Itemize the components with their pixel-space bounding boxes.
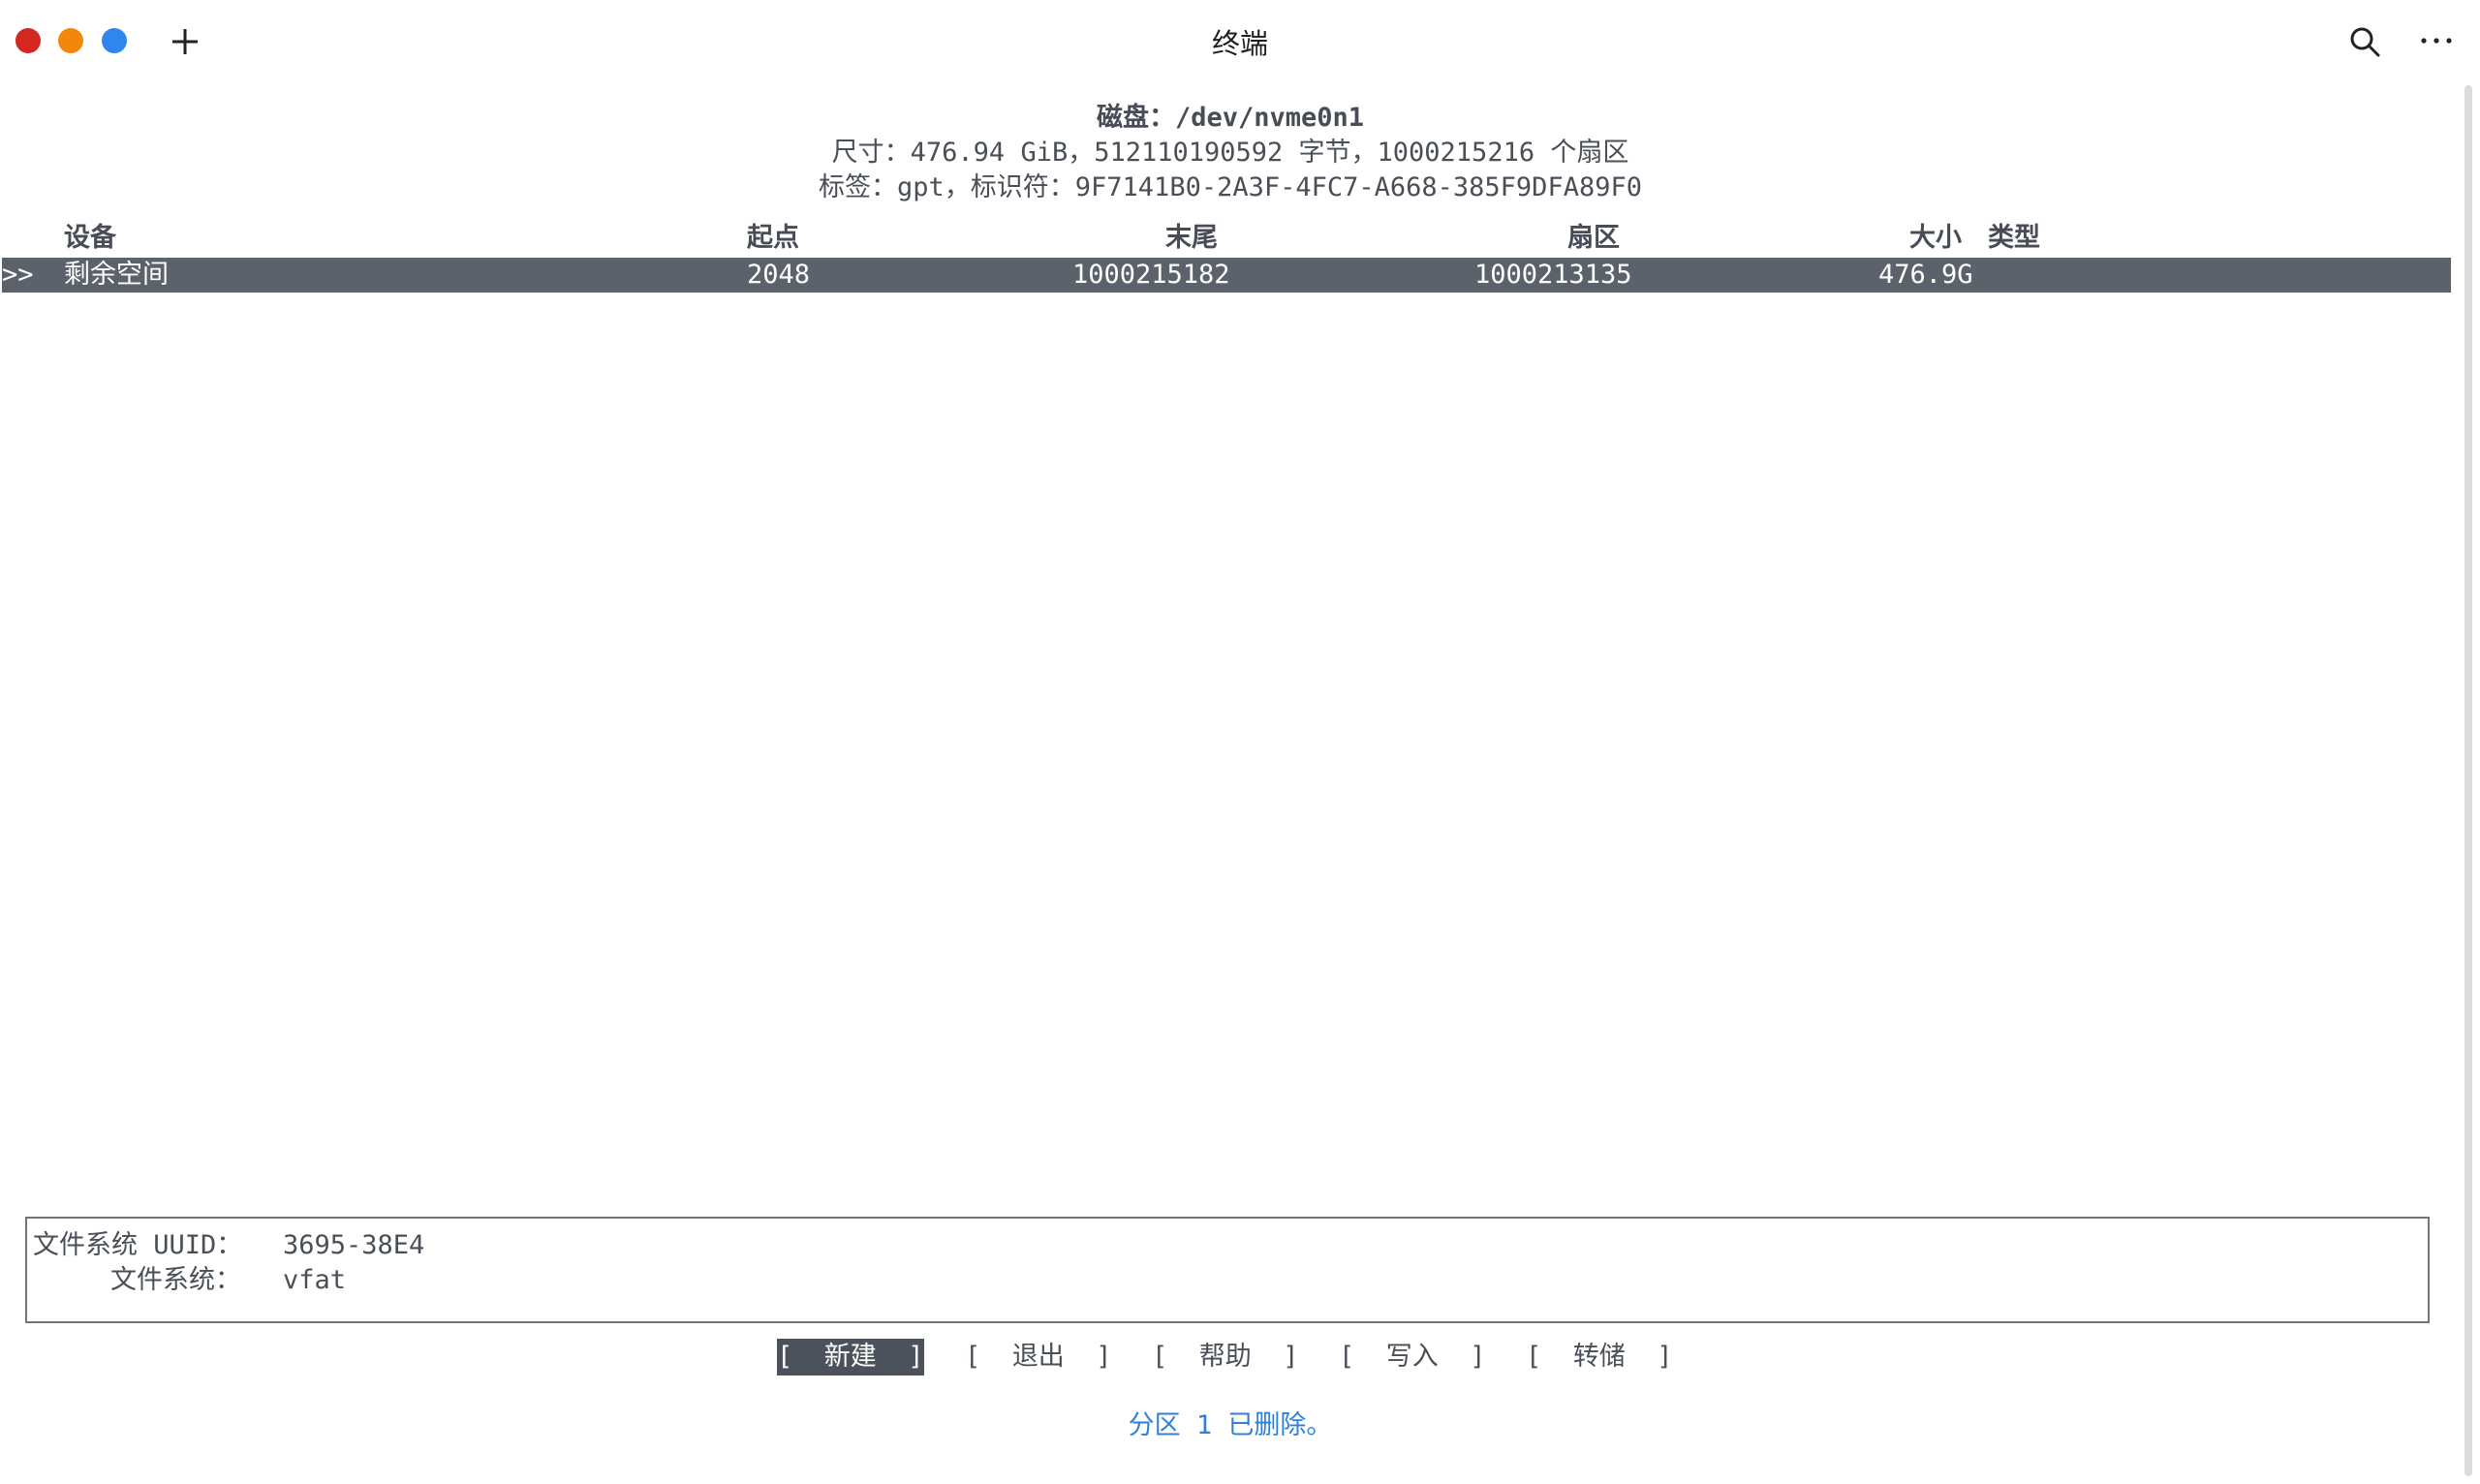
- window-title: 终端: [1211, 27, 1268, 60]
- row-end: 1000215182: [1072, 260, 1230, 290]
- filesystem-label: 文件系统：: [110, 1265, 241, 1295]
- title-bar: 终端: [0, 0, 2480, 81]
- column-header-device: 设备: [64, 223, 116, 253]
- disk-size: 尺寸：476.94 GiB，512110190592 字节，1000215216…: [831, 138, 1629, 168]
- search-icon[interactable]: [2348, 25, 2381, 58]
- partition-info-box: 文件系统 UUID： 3695-38E4 文件系统： vfat: [25, 1217, 2430, 1323]
- help-button[interactable]: [ 帮助 ]: [1152, 1339, 1299, 1376]
- table-row[interactable]: >> 剩余空间 2048 1000215182 1000213135 476.9…: [2, 258, 2451, 293]
- filesystem-value: vfat: [283, 1265, 347, 1295]
- row-device: 剩余空间: [64, 260, 169, 290]
- dump-button[interactable]: [ 转储 ]: [1526, 1339, 1673, 1376]
- column-header-end: 末尾: [1165, 223, 1218, 253]
- terminal-window: 终端 磁盘：/dev/nvme0n1 尺寸：476.94 GiB，5121101…: [0, 0, 2480, 1484]
- column-header-type: 类型: [1988, 223, 2040, 253]
- row-size: 476.9G: [1878, 260, 1973, 290]
- uuid-value: 3695-38E4: [283, 1230, 425, 1260]
- action-menu: [ 新建 ] [ 退出 ] [ 帮助 ] [ 写入 ] [ 转储 ]: [0, 1339, 2461, 1377]
- quit-button[interactable]: [ 退出 ]: [965, 1339, 1112, 1376]
- new-button[interactable]: [ 新建 ]: [777, 1339, 924, 1376]
- column-header-start: 起点: [747, 223, 799, 253]
- scrollbar[interactable]: [2464, 85, 2472, 1476]
- write-button[interactable]: [ 写入 ]: [1339, 1339, 1486, 1376]
- column-header-size: 大小: [1909, 223, 1962, 253]
- column-header-sectors: 扇区: [1567, 223, 1620, 253]
- disk-label: 标签：gpt，标识符：9F7141B0-2A3F-4FC7-A668-385F9…: [819, 172, 1642, 202]
- terminal-content: 磁盘：/dev/nvme0n1 尺寸：476.94 GiB，5121101905…: [0, 81, 2461, 1484]
- row-sectors: 1000213135: [1474, 260, 1632, 290]
- more-icon[interactable]: [2416, 21, 2457, 60]
- row-start: 2048: [747, 260, 811, 290]
- disk-name: 磁盘：/dev/nvme0n1: [1096, 103, 1365, 133]
- status-message: 分区 1 已删除。: [1128, 1410, 1333, 1440]
- uuid-label: 文件系统 UUID：: [33, 1230, 243, 1260]
- row-cursor: >>: [2, 260, 34, 290]
